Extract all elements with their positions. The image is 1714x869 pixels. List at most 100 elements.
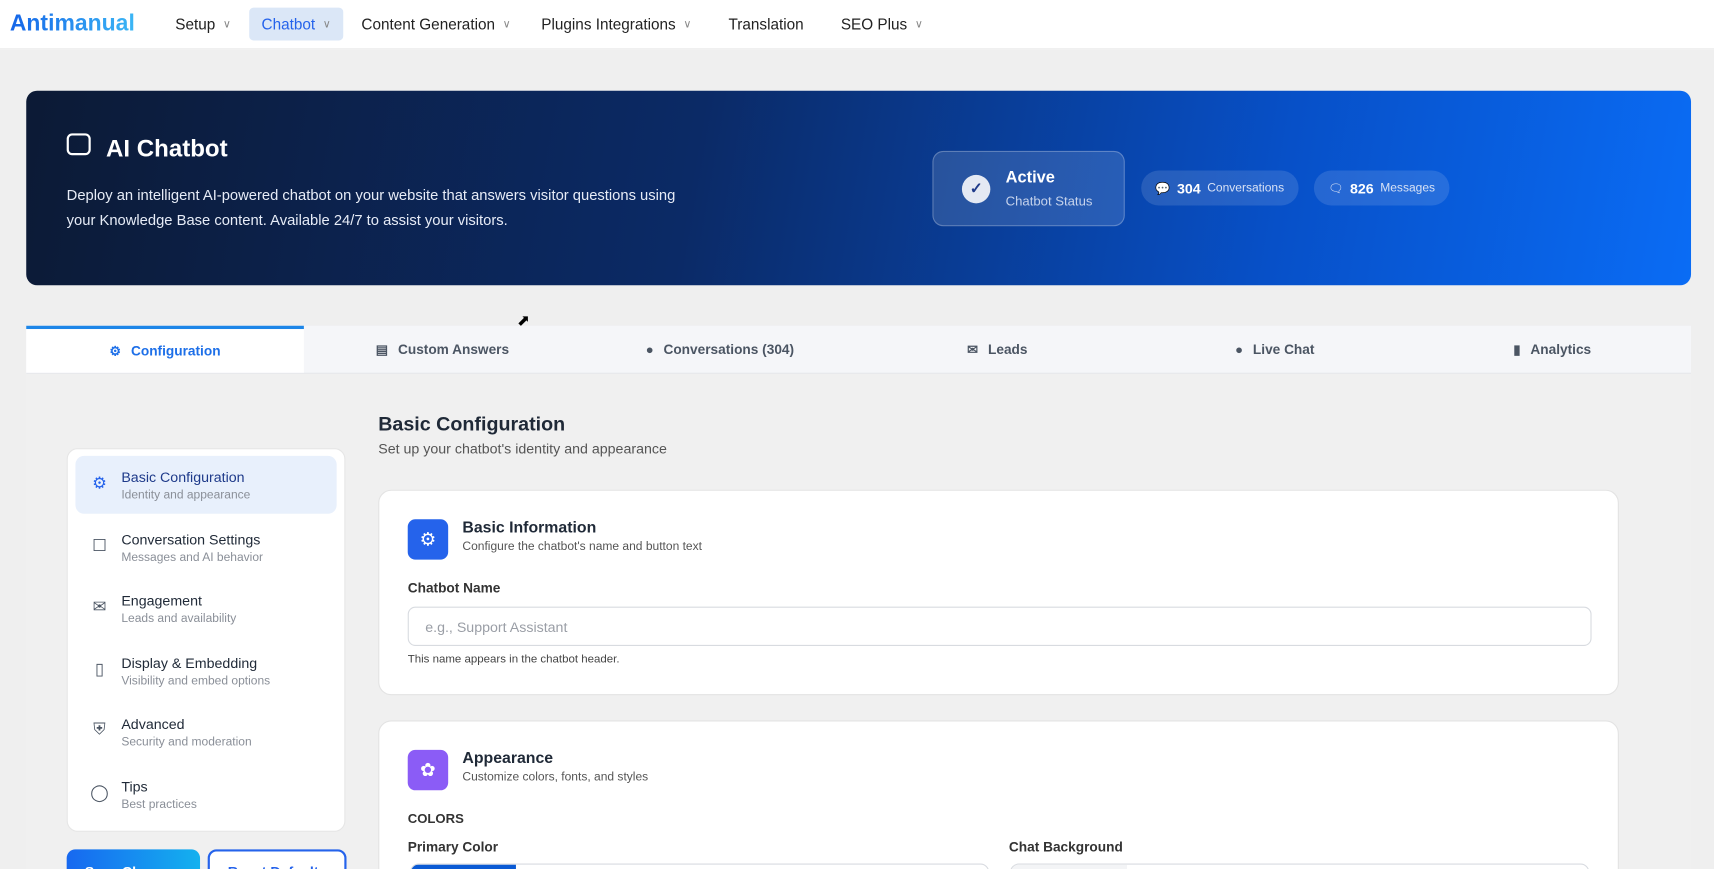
sidebar-item-conversation-settings[interactable]: ☐ Conversation Settings Messages and AI be… [75,518,336,576]
status-value: Active [1005,168,1055,187]
check-icon: ✓ [961,174,991,203]
section-title: Basic Configuration [378,413,566,436]
mouse-cursor-icon: ⬈ [517,311,530,330]
messages-count: 826 [1349,179,1374,197]
sidebar-item-title: Conversation Settings [121,530,261,548]
chevron-down-icon: ∨ [502,18,511,31]
chevron-down-icon: ∨ [322,18,331,31]
tab-label: Custom Answers [397,341,510,357]
sidebar-item-display-embedding[interactable]: ▯ Display & Embedding Visibility and embed… [75,641,336,699]
tab-analytics[interactable]: ▮ Analytics [1414,326,1691,373]
sidebar-item-engagement[interactable]: ✉ Engagement Leads and availability [75,579,336,637]
sidebar-item-tips[interactable]: ◯ Tips Best practices [75,765,336,823]
conversations-label: Conversations [1207,181,1285,195]
nav-chatbot[interactable]: Chatbot ∨ [249,7,343,41]
comment-icon: 💬 [1155,182,1171,196]
settings-sidebar: ⚙ Basic Configuration Identity and appeara… [66,448,346,832]
tab-live-chat[interactable]: ● Live Chat [1136,326,1413,373]
sidebar-item-subtitle: Visibility and embed options [121,673,271,688]
nav-setup[interactable]: Setup ∨ [163,8,243,41]
chevron-down-icon: ∨ [683,18,692,31]
card-title: Basic Information [462,519,597,537]
hero-description: Deploy an intelligent AI-powered chatbot… [66,186,676,229]
chatbot-icon [66,133,91,156]
conversations-count: 304 [1176,179,1201,197]
message-square-icon: ☐ [92,536,107,555]
chat-background-label: Chat Background [1008,839,1123,855]
colors-heading: COLORS [407,811,464,827]
appearance-card: ✿ Appearance Customize colors, fonts, an… [378,720,1619,869]
chevron-down-icon: ∨ [222,18,231,31]
sidebar-item-subtitle: Best practices [121,797,197,811]
comments-icon: 🗨 [1328,182,1344,196]
tab-conversations[interactable]: ● Conversations (304) [581,326,858,373]
gear-icon: ⚙ [109,343,122,359]
gear-icon: ⚙ [407,519,449,560]
messages-label: Messages [1380,181,1436,195]
tab-label: Configuration [130,343,221,359]
card-title: Appearance [462,749,554,768]
chatbot-name-input[interactable] [407,606,1592,647]
tab-leads[interactable]: ✉ Leads [859,326,1136,373]
sidebar-item-title: Display & Embedding [121,654,258,671]
mobile-icon: ▯ [94,659,104,679]
primary-color-label: Primary Color [407,839,499,855]
tab-custom-answers[interactable]: ▤ Custom Answers [304,326,581,373]
shield-icon: ⛨ [93,720,106,739]
gear-icon: ⚙ [92,474,107,493]
card-subtitle: Configure the chatbot's name and button … [462,539,702,554]
nav-plugins-integrations[interactable]: Plugins Integrations ∨ [529,8,703,41]
chat-background-picker[interactable] [1010,863,1590,869]
reset-defaults-button[interactable]: Reset Defaults [207,849,347,869]
card-subtitle: Customize colors, fonts, and styles [462,770,649,784]
sidebar-item-title: Advanced [121,715,185,733]
envelope-icon: ✉ [92,597,107,617]
tab-label: Conversations (304) [663,341,795,357]
sidebar-item-subtitle: Security and moderation [121,735,252,749]
page-title: AI Chatbot [106,134,228,162]
status-label: Chatbot Status [1005,193,1093,209]
top-nav: Antimanual Setup ∨ Chatbot ∨ Content Gener… [0,0,1714,50]
save-changes-button[interactable]: Save Changes [66,849,201,869]
envelope-icon: ✉ [967,341,979,357]
sidebar-item-advanced[interactable]: ⛨ Advanced Security and moderation [75,703,336,761]
bar-chart-icon: ▮ [1513,341,1521,357]
nav-content-generation[interactable]: Content Generation ∨ [349,8,522,41]
basic-information-card: ⚙ Basic Information Configure the chatbo… [378,489,1619,696]
conversations-stat: 💬 304 Conversations [1141,170,1299,206]
tab-label: Leads [988,341,1028,357]
hero-banner: AI Chatbot Deploy an intelligent AI-powe… [26,90,1692,286]
chat-background-swatch[interactable] [1011,864,1127,869]
status-card: ✓ Active Chatbot Status [932,150,1125,227]
lightbulb-icon: ◯ [90,783,109,802]
nav-label: SEO Plus [840,15,908,33]
sidebar-item-subtitle: Leads and availability [121,612,237,626]
messages-stat: 🗨 826 Messages [1313,170,1450,206]
sidebar-item-title: Basic Configuration [121,468,245,486]
nav-translation[interactable]: Translation [716,8,815,41]
nav-label: Chatbot [261,15,316,33]
sidebar-item-subtitle: Identity and appearance [121,488,251,502]
sidebar-item-subtitle: Messages and AI behavior [121,550,264,564]
tab-bar: ⚙ Configuration ▤ Custom Answers ● Conversa… [26,325,1692,374]
section-subtitle: Set up your chatbot's identity and appea… [378,440,667,457]
logo[interactable]: Antimanual [10,11,135,37]
sidebar-item-title: Engagement [121,592,202,609]
chatbot-name-hint: This name appears in the chatbot header. [407,652,620,666]
nav-seo-plus[interactable]: SEO Plus ∨ [829,8,935,41]
tab-configuration[interactable]: ⚙ Configuration [26,325,304,373]
palette-icon: ✿ [407,749,449,791]
tab-label: Live Chat [1252,341,1315,357]
chevron-down-icon: ∨ [914,18,923,31]
chatbot-name-label: Chatbot Name [407,580,501,596]
tab-label: Analytics [1530,341,1592,357]
chat-bubble-icon: ● [1235,341,1244,357]
nav-label: Translation [728,15,804,33]
nav-label: Setup [175,15,216,33]
primary-color-picker[interactable] [409,863,990,869]
sidebar-item-title: Tips [121,777,148,795]
primary-color-swatch[interactable] [411,864,516,869]
nav-label: Content Generation [361,15,496,33]
comments-icon: ● [645,341,654,357]
sidebar-item-basic-configuration[interactable]: ⚙ Basic Configuration Identity and appeara… [75,455,337,514]
